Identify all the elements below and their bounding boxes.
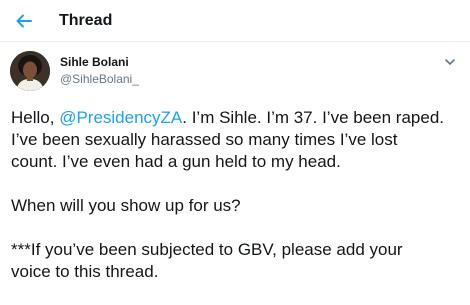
tweet-line: When will you show up for us?: [11, 196, 241, 215]
tweet-text: Hello, @PresidencyZA. I’m Sihle. I’m 37.…: [11, 107, 465, 283]
top-bar: Thread: [0, 0, 470, 42]
back-button[interactable]: [14, 11, 34, 31]
avatar[interactable]: [10, 51, 50, 91]
tweet-text-segment: . I’m Sihle. I’m 37. I’ve been raped.: [182, 108, 445, 127]
arrow-left-icon: [16, 14, 32, 28]
page-title: Thread: [59, 12, 113, 29]
tweet-text-segment: Hello,: [11, 108, 60, 127]
tweet-line: Hello, @PresidencyZA. I’m Sihle. I’m 37.…: [11, 107, 465, 129]
mention-link[interactable]: @PresidencyZA: [59, 108, 182, 127]
tweet-line: voice to this thread.: [11, 262, 159, 281]
author-handle[interactable]: @SihleBolani_: [60, 72, 139, 86]
author-name[interactable]: Sihle Bolani: [60, 55, 129, 69]
tweet-line: ***If you’ve been subjected to GBV, plea…: [11, 240, 403, 259]
tweet-line: I’ve been sexually harassed so many time…: [11, 130, 398, 149]
chevron-down-icon: [445, 59, 455, 65]
profile-photo: [10, 51, 50, 91]
tweet-line: count. I’ve even had a gun held to my he…: [11, 152, 341, 171]
tweet-menu-button[interactable]: [443, 55, 457, 69]
